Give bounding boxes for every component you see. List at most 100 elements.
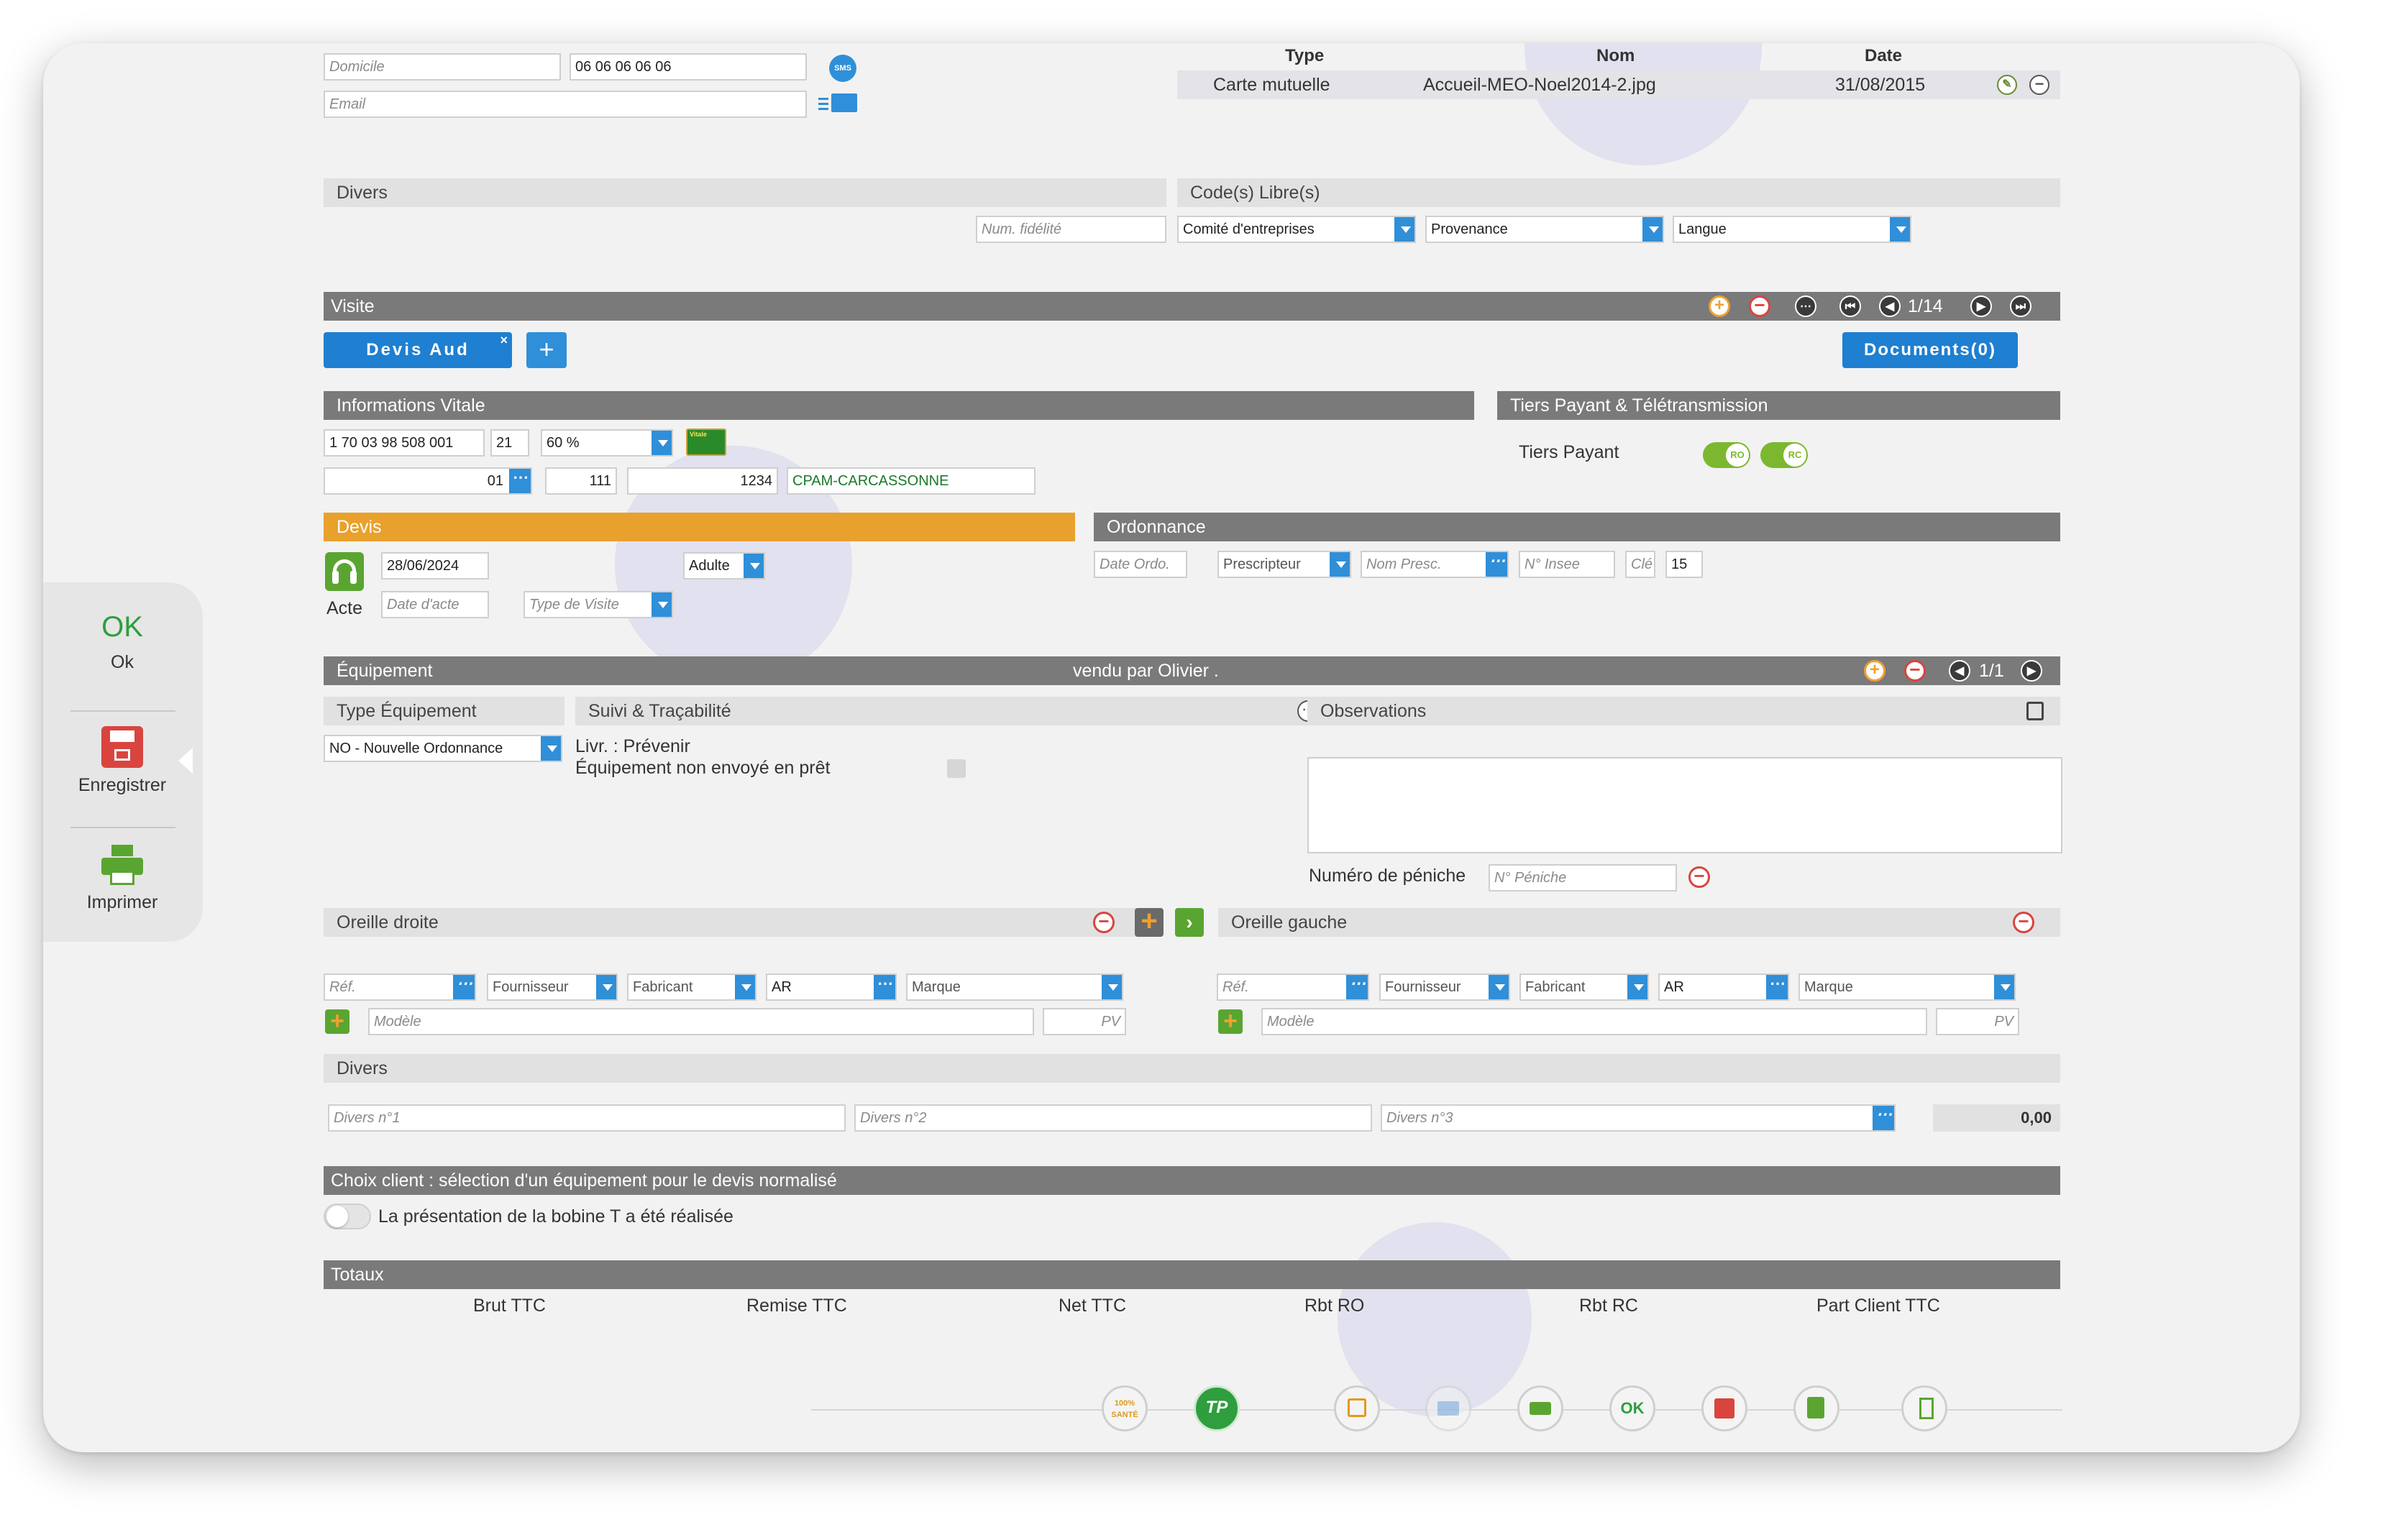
right-modele-input[interactable]: Modèle [368,1008,1034,1035]
provenance-select[interactable]: Provenance [1425,216,1664,243]
left-pv-input[interactable]: PV [1936,1008,2019,1035]
pret-checkbox[interactable] [947,759,966,778]
cpam-input[interactable]: CPAM-CARCASSONNE [787,467,1036,495]
prev-page-icon[interactable]: ◀ [1879,295,1901,317]
edit-icon[interactable]: ✎ [1997,75,2017,95]
fidelity-input[interactable]: Num. fidélité [976,216,1166,243]
right-ar-input[interactable]: AR ⋯ [766,973,897,1001]
date-ordo-input[interactable]: Date Ordo. [1094,551,1187,578]
divers-2-input[interactable]: Divers n°2 [854,1104,1372,1132]
print-toolbar-button[interactable] [1517,1385,1563,1431]
documents-button[interactable]: Documents(0) [1842,332,2018,368]
more-icon[interactable]: ⋯ [1766,975,1788,999]
right-pv-input[interactable]: PV [1043,1008,1126,1035]
total-rbt-ro-label: Rbt RO [1304,1296,1365,1316]
more-icon[interactable]: ⋯ [1486,552,1507,577]
langue-select[interactable]: Langue [1673,216,1911,243]
observations-textarea[interactable] [1307,757,2062,853]
validate-doc-button[interactable] [1793,1385,1839,1431]
domicile-input[interactable]: Domicile [324,53,561,81]
next-page-icon[interactable]: ▶ [1970,295,1992,317]
more-icon[interactable]: ⋯ [509,469,531,493]
right-marque-select[interactable]: Marque [906,973,1123,1001]
vitale-card-icon[interactable]: Vitale [686,428,726,456]
centre-input[interactable]: 1234 [627,467,778,495]
toggle-ro[interactable]: RO [1703,442,1750,468]
more-icon[interactable]: ⋯ [1346,975,1368,999]
save-toolbar-button[interactable] [1701,1385,1747,1431]
remove-equipment-icon[interactable]: − [1904,660,1926,682]
first-page-icon[interactable]: ⏮ [1839,295,1861,317]
more-icon[interactable]: ⋯ [1795,295,1816,317]
save-button[interactable]: Enregistrer [43,726,201,796]
left-marque-select[interactable]: Marque [1798,973,2016,1001]
cle-value[interactable]: 15 [1665,551,1703,578]
regime-input[interactable]: 01 ⋯ [324,467,532,495]
add-ear-button[interactable]: + [1135,907,1164,937]
type-equipement-select[interactable]: NO - Nouvelle Ordonnance [324,735,562,762]
remove-left-ear-icon[interactable]: − [2013,912,2034,933]
seller-label: vendu par Olivier . [1073,661,1219,681]
cle-input[interactable]: Clé [1625,551,1655,578]
email-input[interactable]: Email [324,91,807,118]
nir-key-input[interactable]: 21 [490,429,529,457]
divers-1-input[interactable]: Divers n°1 [328,1104,846,1132]
print-button[interactable]: Imprimer [43,845,201,913]
document-row[interactable]: Carte mutuelle Accueil-MEO-Noel2014-2.jp… [1177,70,2060,99]
next-page-icon[interactable]: ▶ [2021,660,2042,682]
more-icon[interactable]: ⋯ [874,975,895,999]
caisse-input[interactable]: 111 [545,467,617,495]
type-visite-select[interactable]: Type de Visite [524,591,673,618]
tab-devis-aud[interactable]: Devis Aud × [324,332,512,368]
ok-button[interactable]: OK Ok [43,611,201,673]
right-ref-input[interactable]: Réf. ⋯ [324,973,476,1001]
devis-date-input[interactable]: 28/06/2024 [381,552,489,579]
close-tab-icon[interactable]: × [500,322,508,358]
remove-peniche-icon[interactable]: − [1688,866,1710,888]
left-ar-input[interactable]: AR ⋯ [1658,973,1789,1001]
add-visit-icon[interactable]: + [1709,295,1730,317]
more-icon[interactable]: ⋯ [453,975,475,999]
toggle-rc[interactable]: RC [1760,442,1808,468]
add-right-model-icon[interactable]: + [325,1009,349,1034]
sante-100-button[interactable]: 100% SANTÉ [1102,1385,1148,1431]
copy-to-left-button[interactable]: › [1175,908,1204,937]
remove-visit-icon[interactable]: − [1749,295,1770,317]
left-ref-input[interactable]: Réf. ⋯ [1217,973,1369,1001]
left-modele-input[interactable]: Modèle [1261,1008,1927,1035]
headphones-icon[interactable] [325,552,364,591]
more-icon[interactable]: ⋯ [1873,1106,1894,1130]
remove-icon[interactable]: − [2029,75,2049,95]
prescripteur-select[interactable]: Prescripteur [1217,551,1351,578]
email-send-button[interactable] [818,91,859,116]
add-tab-button[interactable]: + [526,332,567,368]
calendar-button[interactable] [1334,1385,1380,1431]
bobine-toggle[interactable] [324,1204,371,1229]
nom-presc-input[interactable]: Nom Presc. ⋯ [1361,551,1509,578]
left-fournisseur-select[interactable]: Fournisseur [1379,973,1510,1001]
comite-select[interactable]: Comité d'entreprises [1177,216,1416,243]
divers-3-input[interactable]: Divers n°3 ⋯ [1381,1104,1896,1132]
date-acte-input[interactable]: Date d'acte [381,591,489,618]
rate-select[interactable]: 60 % [541,429,673,457]
phone-input[interactable]: 06 06 06 06 06 [570,53,807,81]
right-fournisseur-select[interactable]: Fournisseur [487,973,618,1001]
patient-type-select[interactable]: Adulte [683,552,765,579]
tp-button[interactable]: TP [1194,1385,1240,1431]
last-page-icon[interactable]: ⏭ [2010,295,2031,317]
exit-button[interactable] [1901,1385,1947,1431]
peniche-input[interactable]: N° Péniche [1489,864,1677,892]
ok-toolbar-button[interactable]: OK [1609,1385,1655,1431]
remove-right-ear-icon[interactable]: − [1093,912,1115,933]
left-fabricant-select[interactable]: Fabricant [1519,973,1649,1001]
nir-input[interactable]: 1 70 03 98 508 001 [324,429,485,457]
sms-button[interactable]: SMS [829,55,856,82]
insee-input[interactable]: N° Insee [1519,551,1615,578]
prev-page-icon[interactable]: ◀ [1949,660,1970,682]
add-equipment-icon[interactable]: + [1864,660,1886,682]
edit-note-icon[interactable] [2026,702,2044,720]
add-left-model-icon[interactable]: + [1218,1009,1243,1034]
chevron-down-icon [735,975,755,999]
right-fabricant-select[interactable]: Fabricant [627,973,757,1001]
email-button[interactable] [1425,1385,1471,1431]
